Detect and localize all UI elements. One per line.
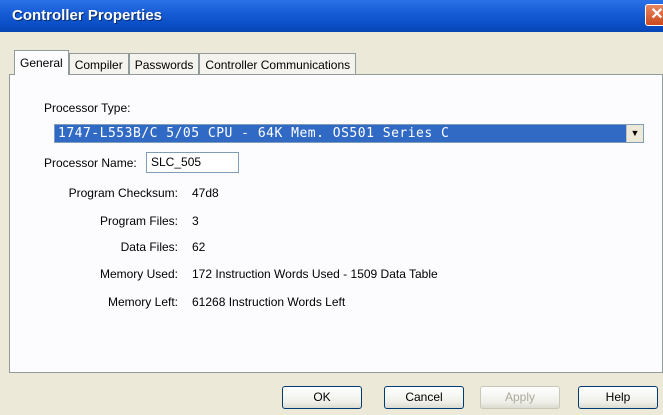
program-files-label: Program Files: xyxy=(99,214,178,228)
program-files-value: 3 xyxy=(192,214,199,228)
program-checksum-value: 47d8 xyxy=(192,186,219,200)
processor-name-input[interactable]: SLC_505 xyxy=(146,152,239,173)
apply-button[interactable]: Apply xyxy=(480,386,560,409)
processor-type-select[interactable]: 1747-L553B/C 5/05 CPU - 64K Mem. OS501 S… xyxy=(54,124,644,143)
tab-passwords[interactable]: Passwords xyxy=(128,53,200,75)
processor-type-value: 1747-L553B/C 5/05 CPU - 64K Mem. OS501 S… xyxy=(55,125,627,142)
tab-strip: General Compiler Passwords Controller Co… xyxy=(14,50,357,75)
title-bar: Controller Properties ✕ xyxy=(0,0,663,32)
cancel-button[interactable]: Cancel xyxy=(384,386,464,409)
memory-left-label: Memory Left: xyxy=(107,295,178,309)
window-title: Controller Properties xyxy=(12,7,163,24)
data-files-value: 62 xyxy=(192,240,206,254)
memory-used-label: Memory Used: xyxy=(99,267,178,281)
tab-general[interactable]: General xyxy=(14,50,69,75)
processor-name-label: Processor Name: xyxy=(44,156,137,170)
chevron-down-icon[interactable]: ▼ xyxy=(626,125,643,142)
close-icon: ✕ xyxy=(650,6,663,23)
close-button[interactable]: ✕ xyxy=(645,4,663,26)
tab-compiler[interactable]: Compiler xyxy=(68,53,129,75)
help-button[interactable]: Help xyxy=(578,386,658,409)
data-files-label: Data Files: xyxy=(120,240,178,254)
tab-controller-communications[interactable]: Controller Communications xyxy=(199,53,357,75)
memory-used-value: 172 Instruction Words Used - 1509 Data T… xyxy=(192,267,438,281)
program-checksum-label: Program Checksum: xyxy=(68,186,178,200)
memory-left-value: 61268 Instruction Words Left xyxy=(192,295,346,309)
processor-type-label: Processor Type: xyxy=(44,101,131,115)
ok-button[interactable]: OK xyxy=(282,386,362,409)
